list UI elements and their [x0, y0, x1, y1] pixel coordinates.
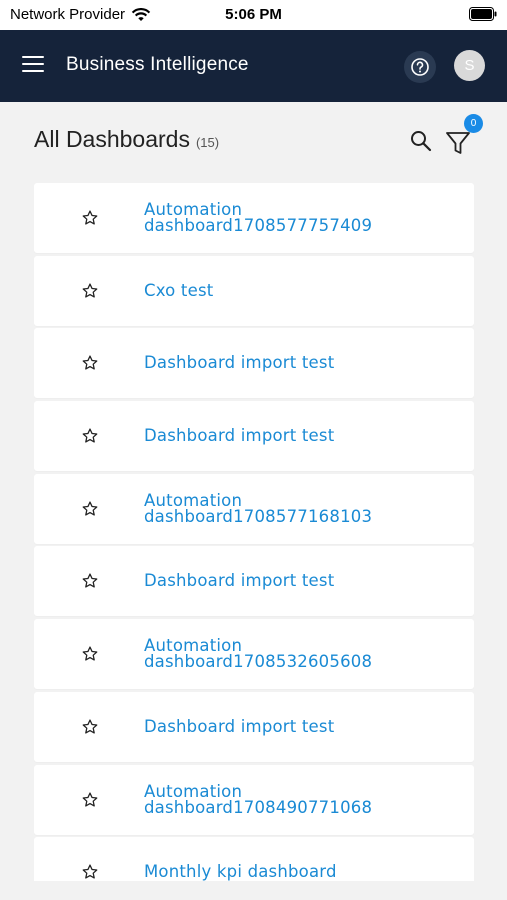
filter-button[interactable]: [444, 129, 472, 157]
status-bar: Network Provider 5:06 PM: [0, 0, 507, 30]
hamburger-menu-button[interactable]: [22, 56, 44, 74]
search-button[interactable]: [409, 129, 433, 153]
dashboard-title-link[interactable]: Cxo test: [144, 256, 464, 326]
dashboard-list-item[interactable]: Automation dashboard1708490771068: [34, 764, 474, 835]
dashboard-title-link[interactable]: Dashboard import test: [144, 692, 464, 762]
dashboard-title-link[interactable]: Dashboard import test: [144, 401, 464, 471]
star-icon[interactable]: [81, 718, 99, 736]
dashboard-count: (15): [195, 135, 220, 150]
dashboard-list-item[interactable]: Dashboard import test: [34, 691, 474, 762]
dashboard-title-link[interactable]: Dashboard import test: [144, 546, 464, 616]
star-icon[interactable]: [81, 645, 99, 663]
dashboard-list-item[interactable]: Monthly kpi dashboard: [34, 837, 474, 881]
star-icon[interactable]: [81, 427, 99, 445]
dashboard-list-item[interactable]: Dashboard import test: [34, 546, 474, 617]
star-icon[interactable]: [81, 354, 99, 372]
page-heading: All Dashboards (15): [34, 126, 219, 153]
filter-icon: [446, 132, 470, 154]
help-circle-icon: [411, 58, 429, 76]
dashboard-title-link[interactable]: Automation dashboard1708577168103: [144, 474, 464, 544]
user-avatar[interactable]: S: [454, 50, 485, 81]
dashboard-title-link[interactable]: Automation dashboard1708532605608: [144, 619, 464, 689]
app-title: Business Intelligence: [66, 54, 249, 75]
menu-line: [22, 63, 44, 65]
dashboard-list-item[interactable]: Automation dashboard1708577168103: [34, 473, 474, 544]
dashboard-title-link[interactable]: Monthly kpi dashboard: [144, 837, 464, 881]
dashboard-list-item[interactable]: Automation dashboard1708532605608: [34, 619, 474, 690]
star-icon[interactable]: [81, 572, 99, 590]
dashboard-list-item[interactable]: Dashboard import test: [34, 401, 474, 472]
dashboard-title-link[interactable]: Automation dashboard1708577757409: [144, 183, 464, 253]
dashboard-title-link[interactable]: Dashboard import test: [144, 328, 464, 398]
status-time: 5:06 PM: [225, 6, 282, 23]
star-icon[interactable]: [81, 209, 99, 227]
dashboard-list: Automation dashboard1708577757409 Cxo tes…: [34, 183, 474, 881]
star-icon[interactable]: [81, 282, 99, 300]
menu-line: [22, 70, 44, 72]
dashboard-list-item[interactable]: Automation dashboard1708577757409: [34, 183, 474, 253]
app-header: Business Intelligence S: [0, 30, 507, 102]
dashboard-list-item[interactable]: Dashboard import test: [34, 328, 474, 399]
dashboard-title-link[interactable]: Automation dashboard1708490771068: [144, 765, 464, 835]
filter-count-badge: 0: [464, 114, 483, 133]
search-icon: [411, 131, 432, 152]
menu-line: [22, 56, 44, 58]
help-button[interactable]: [404, 51, 436, 83]
dashboard-list-item[interactable]: Cxo test: [34, 255, 474, 326]
page-title: All Dashboards: [34, 126, 190, 152]
battery-icon: [469, 7, 497, 21]
star-icon[interactable]: [81, 791, 99, 809]
star-icon[interactable]: [81, 863, 99, 881]
star-icon[interactable]: [81, 500, 99, 518]
